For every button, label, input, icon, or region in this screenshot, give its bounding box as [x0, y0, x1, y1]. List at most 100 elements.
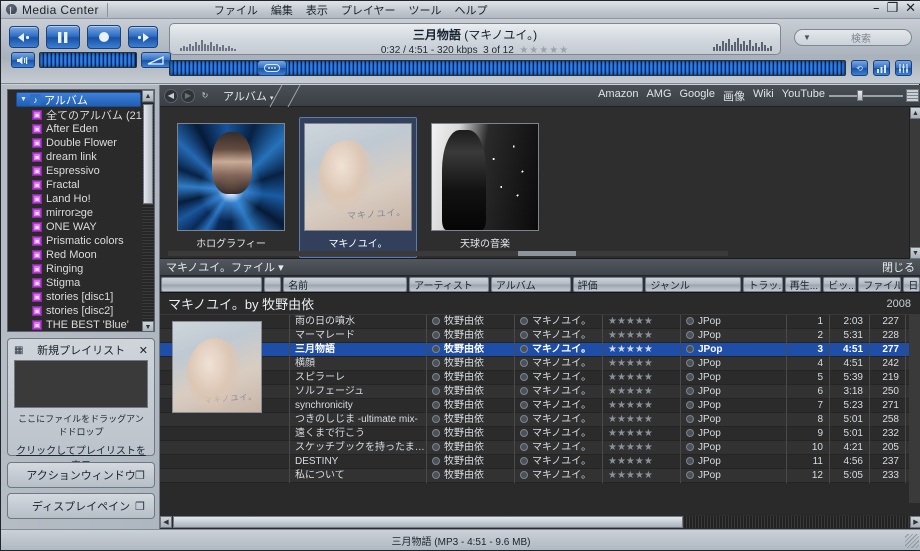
album-cover-item-selected[interactable]: マキノユイ。 マキノユイ。 — [299, 117, 417, 258]
hscroll-thumb[interactable] — [173, 516, 683, 528]
track-list-hscrollbar[interactable]: ◀ ▶ — [160, 515, 920, 529]
table-row[interactable]: スピラーレ 牧野由依 マキノユイ。 ★★★★★ JPop 5 5:39 219 … — [160, 370, 920, 385]
sidebar-album-item[interactable]: ▣ After Eden — [16, 122, 141, 136]
seek-knob[interactable] — [257, 60, 287, 76]
table-row[interactable]: 雨の日の噴水 牧野由依 マキノユイ。 ★★★★★ JPop 1 2:03 227… — [160, 315, 920, 329]
link-images[interactable]: 画像 — [723, 88, 745, 104]
sidebar-album-item[interactable]: ▣ mirror≥ge — [16, 206, 141, 220]
sidebar-album-item[interactable]: ▣ Ringing — [16, 262, 141, 276]
chevron-down-icon[interactable]: ▼ — [20, 96, 27, 103]
track-rating[interactable]: ★★★★★ — [603, 412, 681, 427]
column-header-duration[interactable]: 再生... — [784, 277, 822, 292]
equalizer-button[interactable] — [873, 60, 890, 76]
table-row[interactable]: 私について 牧野由依 マキノユイ。 ★★★★★ JPop 12 5:05 233… — [160, 468, 920, 483]
column-header-filetype[interactable]: ファイル... — [858, 277, 902, 292]
sidebar-album-item[interactable]: ▣ dream link — [16, 150, 141, 164]
sidebar-album-item[interactable]: ▣ ONE WAY — [16, 220, 141, 234]
next-button[interactable] — [128, 26, 158, 48]
link-amazon[interactable]: Amazon — [598, 88, 638, 104]
track-rating[interactable]: ★★★★★ — [603, 468, 681, 483]
menu-item-edit[interactable]: 編集 — [271, 2, 293, 18]
table-row[interactable]: ソルフェージュ 牧野由依 マキノユイ。 ★★★★★ JPop 6 3:18 25… — [160, 384, 920, 399]
slider-knob[interactable] — [857, 90, 863, 101]
album-cover-item[interactable]: ホログラフィー — [172, 117, 290, 258]
scroll-down-icon[interactable]: ▼ — [142, 321, 154, 331]
thumbnail-size-slider[interactable] — [829, 90, 903, 101]
close-icon[interactable]: ✕ — [139, 344, 148, 357]
scroll-up-icon[interactable]: ▲ — [142, 90, 154, 102]
column-header-rating[interactable]: 評価 — [572, 277, 644, 292]
resize-grip-icon[interactable] — [905, 534, 919, 548]
now-playing-rating[interactable]: ★★★★★ — [519, 45, 569, 54]
sidebar-album-item[interactable]: ▣ Stigma — [16, 276, 141, 290]
track-rating[interactable]: ★★★★★ — [603, 440, 681, 455]
link-amg[interactable]: AMG — [646, 88, 671, 104]
link-google[interactable]: Google — [680, 88, 715, 104]
grid-view-icon[interactable] — [906, 89, 919, 102]
volume-slider-knob[interactable] — [141, 52, 171, 68]
search-box[interactable]: ▼ 検索 — [794, 29, 912, 46]
menu-item-tools[interactable]: ツール — [409, 2, 442, 18]
tree-root-album[interactable]: ▼ ♪ アルバム — [16, 92, 141, 107]
display-pane-button[interactable]: ディスプレイペイン ❐ — [7, 493, 155, 519]
pause-button[interactable] — [46, 25, 80, 49]
refresh-icon[interactable]: ↻ — [198, 89, 212, 103]
seek-slider[interactable] — [169, 60, 846, 76]
hscroll-track[interactable] — [173, 516, 909, 528]
search-input[interactable]: 検索 — [811, 30, 911, 45]
sidebar-album-item[interactable]: ▣ 全てのアルバム (21) — [16, 108, 146, 122]
track-rating[interactable]: ★★★★★ — [603, 342, 681, 357]
track-rating[interactable]: ★★★★★ — [603, 370, 681, 385]
track-rating[interactable]: ★★★★★ — [603, 328, 681, 343]
track-rating[interactable]: ★★★★★ — [603, 454, 681, 469]
file-menu-button[interactable]: マキノユイ。ファイル ▾ — [166, 259, 284, 275]
now-playing-display[interactable]: 三月物語 (マキノユイ。) 0:32 / 4:51 - 320 kbps 3 o… — [169, 23, 781, 55]
menu-item-help[interactable]: ヘルプ — [455, 2, 488, 18]
table-row[interactable]: スケッチブックを持ったまま -... 牧野由依 マキノユイ。 ★★★★★ JPo… — [160, 440, 920, 455]
arrow-right-icon[interactable]: ▶ — [181, 88, 195, 103]
dsp-studio-button[interactable] — [895, 60, 912, 76]
playlist-drop-area[interactable] — [14, 360, 148, 408]
track-rating[interactable]: ★★★★★ — [603, 384, 681, 399]
table-row[interactable]: 遠くまで行こう 牧野由依 マキノユイ。 ★★★★★ JPop 9 5:01 23… — [160, 426, 920, 441]
sidebar-scrollbar[interactable]: ▲ ▼ — [142, 90, 154, 331]
loop-button[interactable]: ⟲ — [851, 60, 868, 76]
sidebar-album-item[interactable]: ▣ Red Moon — [16, 248, 141, 262]
minimize-icon[interactable]: – — [873, 2, 880, 15]
stop-button[interactable] — [87, 25, 121, 49]
track-rating[interactable]: ★★★★★ — [603, 426, 681, 441]
volume-slider-track[interactable] — [39, 52, 137, 68]
column-header-art[interactable] — [161, 277, 263, 292]
table-row[interactable]: マーマレード 牧野由依 マキノユイ。 ★★★★★ JPop 2 5:31 228… — [160, 328, 920, 343]
sidebar-album-item[interactable]: ▣ Prismatic colors — [16, 234, 141, 248]
grid-icon[interactable]: ▦ — [14, 345, 23, 356]
scroll-right-icon[interactable]: ▶ — [910, 516, 920, 528]
chevron-down-icon[interactable]: ▾ — [278, 262, 284, 274]
table-row[interactable]: 横顔 牧野由依 マキノユイ。 ★★★★★ JPop 4 4:51 242 mp3 — [160, 356, 920, 371]
column-header-blank[interactable] — [264, 277, 282, 292]
scroll-thumb[interactable] — [143, 104, 153, 204]
chevron-down-icon[interactable]: ▼ — [803, 33, 811, 42]
previous-button[interactable] — [9, 26, 39, 48]
menu-item-view[interactable]: 表示 — [306, 2, 328, 18]
maximize-icon[interactable]: ❐ — [886, 2, 898, 15]
column-header-name[interactable]: 名前 — [283, 277, 408, 292]
table-row[interactable]: つきのしじま -ultimate mix- 牧野由依 マキノユイ。 ★★★★★ … — [160, 412, 920, 427]
menu-item-file[interactable]: ファイル — [214, 2, 258, 18]
close-icon[interactable]: ✕ — [905, 2, 916, 15]
track-list-scrollbar[interactable] — [909, 315, 920, 503]
cover-grid-hscroll[interactable] — [168, 249, 728, 258]
sidebar-album-item[interactable]: ▣ Fractal — [16, 178, 141, 192]
column-header-date[interactable]: 日 — [903, 277, 920, 292]
column-header-album[interactable]: アルバム — [490, 277, 571, 292]
link-youtube[interactable]: YouTube — [782, 88, 825, 104]
track-rating[interactable]: ★★★★★ — [603, 315, 681, 329]
sidebar-album-item[interactable]: ▣ Land Ho! — [16, 192, 141, 206]
table-row[interactable]: DESTINY 牧野由依 マキノユイ。 ★★★★★ JPop 11 4:56 2… — [160, 454, 920, 469]
close-panel-button[interactable]: 閉じる — [882, 259, 915, 275]
column-header-genre[interactable]: ジャンル — [645, 277, 742, 292]
column-header-track[interactable]: トラッ... — [743, 277, 783, 292]
sidebar-album-item[interactable]: ▣ Double Flower — [16, 136, 141, 150]
column-header-bitrate[interactable]: ビッ... — [823, 277, 857, 292]
mute-button[interactable] — [11, 52, 35, 68]
